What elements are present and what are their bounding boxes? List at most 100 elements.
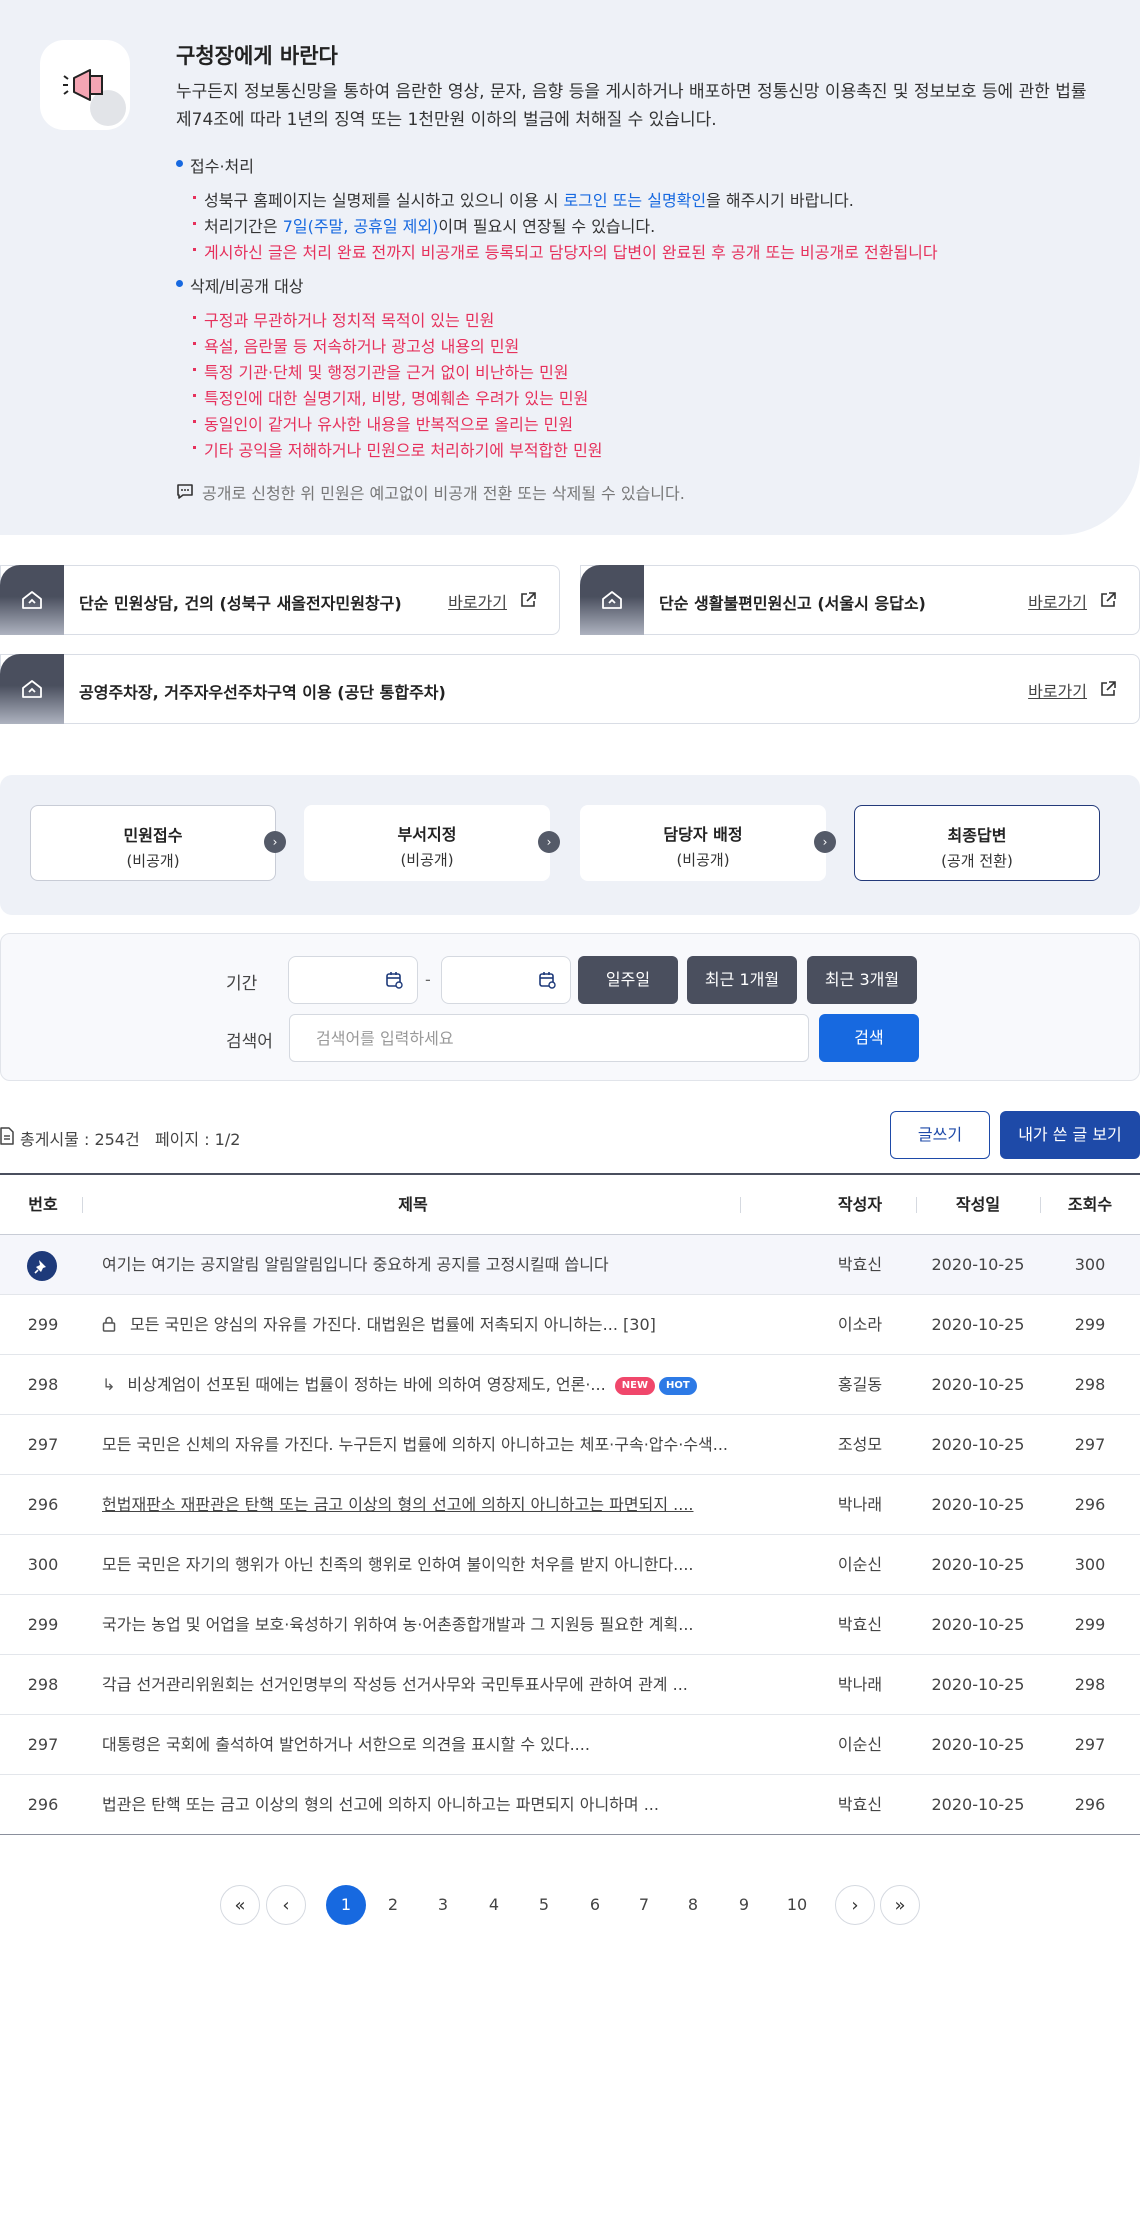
post-title-link[interactable]: 모든 국민은 양심의 자유를 가진다. 대법원은 법률에 저촉되지 아니하는..… <box>130 1315 618 1334</box>
card-title: 단순 생활불편민원신고 (서울시 응답소) <box>659 594 926 613</box>
chevron-right-icon: › <box>814 831 836 853</box>
header-no: 번호 <box>28 1195 58 1214</box>
post-number: 297 <box>27 1735 59 1754</box>
post-title-link[interactable]: 여기는 여기는 공지알림 알림알림입니다 중요하게 공지를 고정시킬때 씁니다 <box>102 1235 762 1295</box>
login-link[interactable]: 로그인 또는 실명확인 <box>563 191 706 210</box>
period-week-button[interactable]: 일주일 <box>578 956 678 1004</box>
notice-panel: 구청장에게 바란다 누구든지 정보통신망을 통하여 음란한 영상, 문자, 음향… <box>0 0 1140 535</box>
page-button-7[interactable]: 7 <box>624 1885 664 1925</box>
post-title-link[interactable]: 비상계엄이 선포된 때에는 법률이 정하는 바에 의하여 영장제도, 언론·..… <box>127 1375 605 1394</box>
page-button-4[interactable]: 4 <box>474 1885 514 1925</box>
next-page-button[interactable]: › <box>835 1885 875 1925</box>
shortcut-link[interactable]: 바로가기 <box>1028 589 1117 613</box>
page-button-9[interactable]: 9 <box>724 1885 764 1925</box>
post-number: 296 <box>27 1495 59 1514</box>
link-label: 바로가기 <box>448 593 507 612</box>
page-button-1[interactable]: 1 <box>326 1885 366 1925</box>
start-date-field[interactable] <box>288 956 418 1004</box>
table-row[interactable]: 296 법관은 탄핵 또는 금고 이상의 형의 선고에 의하지 아니하고는 파면… <box>0 1775 1140 1835</box>
table-row[interactable]: 296 헌법재판소 재판관은 탄핵 또는 금고 이상의 형의 선고에 의하지 아… <box>0 1475 1140 1535</box>
post-views: 300 <box>1074 1555 1106 1574</box>
header-divider <box>82 1197 83 1213</box>
document-icon <box>0 1127 14 1145</box>
header-author: 작성자 <box>837 1195 883 1214</box>
step-status: (비공개) <box>676 851 730 869</box>
home-icon <box>22 680 42 698</box>
pin-notice-icon <box>27 1251 57 1281</box>
notice-icon-box <box>40 40 130 130</box>
home-icon <box>22 591 42 609</box>
step-assignee: 담당자 배정 (비공개) <box>580 805 826 881</box>
shortcut-card-parking[interactable]: 공영주차장, 거주자우선주차구역 이용 (공단 통합주차) 바로가기 <box>0 654 1140 724</box>
header-divider <box>740 1197 741 1213</box>
post-number: 298 <box>27 1675 59 1694</box>
post-views: 296 <box>1074 1795 1106 1814</box>
table-row[interactable]: 297 대통령은 국회에 출석하여 발언하거나 서한으로 의견을 표시할 수 있… <box>0 1715 1140 1775</box>
shortcut-card-eungdapso[interactable]: 단순 생활불편민원신고 (서울시 응답소) 바로가기 <box>580 565 1140 635</box>
process-steps: 민원접수 (비공개) › 부서지정 (비공개) › 담당자 배정 (비공개) ›… <box>0 775 1140 915</box>
chat-bubble-icon <box>177 484 193 499</box>
external-link-icon <box>521 592 536 607</box>
period-3month-button[interactable]: 최근 3개월 <box>807 956 917 1004</box>
table-row-pinned[interactable]: 여기는 여기는 공지알림 알림알림입니다 중요하게 공지를 고정시킬때 씁니다 … <box>0 1235 1140 1295</box>
notice-footnote: 공개로 신청한 위 민원은 예고없이 비공개 전환 또는 삭제될 수 있습니다. <box>176 480 685 504</box>
board-table: 번호 제목 작성자 작성일 조회수 여기는 여기는 공지알림 알림알림입니다 중… <box>0 1173 1140 1835</box>
page-button-2[interactable]: 2 <box>373 1885 413 1925</box>
bullet-text: 이며 필요시 연장될 수 있습니다. <box>438 217 656 236</box>
shortcut-link[interactable]: 바로가기 <box>1028 678 1117 702</box>
step-status: (비공개) <box>400 851 454 869</box>
table-row[interactable]: 297 모든 국민은 신체의 자유를 가진다. 누구든지 법률에 의하지 아니하… <box>0 1415 1140 1475</box>
post-title-link[interactable]: 각급 선거관리위원회는 선거인명부의 작성등 선거사무와 국민투표사무에 관하여… <box>102 1655 762 1715</box>
period-1month-button[interactable]: 최근 1개월 <box>687 956 797 1004</box>
table-row[interactable]: 299 국가는 농업 및 어업을 보호·육성하기 위하여 농·어촌종합개발과 그… <box>0 1595 1140 1655</box>
page-button-6[interactable]: 6 <box>575 1885 615 1925</box>
post-title-link[interactable]: 법관은 탄핵 또는 금고 이상의 형의 선고에 의하지 아니하고는 파면되지 아… <box>102 1775 762 1835</box>
post-date: 2020-10-25 <box>931 1555 1025 1574</box>
table-row[interactable]: 298 ↳ 비상계엄이 선포된 때에는 법률이 정하는 바에 의하여 영장제도, … <box>0 1355 1140 1415</box>
search-input[interactable] <box>289 1014 809 1062</box>
page-button-8[interactable]: 8 <box>673 1885 713 1925</box>
post-date: 2020-10-25 <box>931 1675 1025 1694</box>
write-button[interactable]: 글쓰기 <box>890 1111 990 1159</box>
post-title-link[interactable]: 모든 국민은 신체의 자유를 가진다. 누구든지 법률에 의하지 아니하고는 체… <box>102 1415 762 1475</box>
card-icon-box <box>0 654 64 724</box>
post-title-link[interactable]: 국가는 농업 및 어업을 보호·육성하기 위하여 농·어촌종합개발과 그 지원등… <box>102 1595 762 1655</box>
card-title: 공영주차장, 거주자우선주차구역 이용 (공단 통합주차) <box>79 683 446 702</box>
post-author: 박효신 <box>837 1615 883 1634</box>
shortcut-card-saeol[interactable]: 단순 민원상담, 건의 (성북구 새올전자민원창구) 바로가기 <box>0 565 560 635</box>
page-button-5[interactable]: 5 <box>524 1885 564 1925</box>
post-author: 이소라 <box>837 1315 883 1334</box>
post-number: 299 <box>27 1315 59 1334</box>
shortcut-link[interactable]: 바로가기 <box>448 589 537 613</box>
end-date-field[interactable] <box>441 956 571 1004</box>
pagination: « ‹ 1 2 3 4 5 6 7 8 9 10 › » <box>0 1885 1140 1925</box>
post-date: 2020-10-25 <box>931 1255 1025 1274</box>
first-page-button[interactable]: « <box>220 1885 260 1925</box>
post-views: 298 <box>1074 1675 1106 1694</box>
search-button[interactable]: 검색 <box>819 1014 919 1062</box>
table-row[interactable]: 299 모든 국민은 양심의 자유를 가진다. 대법원은 법률에 저촉되지 아니… <box>0 1295 1140 1355</box>
deletion-item: 구정과 무관하거나 정치적 목적이 있는 민원 <box>193 307 494 331</box>
table-row[interactable]: 300 모든 국민은 자기의 행위가 아닌 친족의 행위로 인하여 불이익한 처… <box>0 1535 1140 1595</box>
external-link-icon <box>1101 681 1116 696</box>
post-views: 296 <box>1074 1495 1106 1514</box>
page-button-3[interactable]: 3 <box>423 1885 463 1925</box>
external-link-icon <box>1101 592 1116 607</box>
summary-text: 총게시물 : 254건 페이지 : 1/2 <box>20 1130 241 1149</box>
post-author: 홍길동 <box>837 1375 883 1394</box>
table-row[interactable]: 298 각급 선거관리위원회는 선거인명부의 작성등 선거사무와 국민투표사무에… <box>0 1655 1140 1715</box>
section-head-processing: 접수·처리 <box>176 153 254 177</box>
last-page-button[interactable]: » <box>880 1885 920 1925</box>
card-title: 단순 민원상담, 건의 (성북구 새올전자민원창구) <box>79 594 402 613</box>
page-button-10[interactable]: 10 <box>777 1885 817 1925</box>
post-title-link[interactable]: 모든 국민은 자기의 행위가 아닌 친족의 행위로 인하여 불이익한 처우를 받… <box>102 1535 762 1595</box>
my-posts-button[interactable]: 내가 쓴 글 보기 <box>1000 1111 1140 1159</box>
post-date: 2020-10-25 <box>931 1495 1025 1514</box>
step-department: 부서지정 (비공개) <box>304 805 550 881</box>
prev-page-button[interactable]: ‹ <box>266 1885 306 1925</box>
post-title-link[interactable]: 대통령은 국회에 출석하여 발언하거나 서한으로 의견을 표시할 수 있다...… <box>102 1715 762 1775</box>
post-title-link[interactable]: 헌법재판소 재판관은 탄핵 또는 금고 이상의 형의 선고에 의하지 아니하고는… <box>102 1475 762 1535</box>
comment-count: [30] <box>623 1315 656 1334</box>
chevron-right-icon: › <box>264 831 286 853</box>
step-name: 최종답변 <box>947 826 1007 845</box>
